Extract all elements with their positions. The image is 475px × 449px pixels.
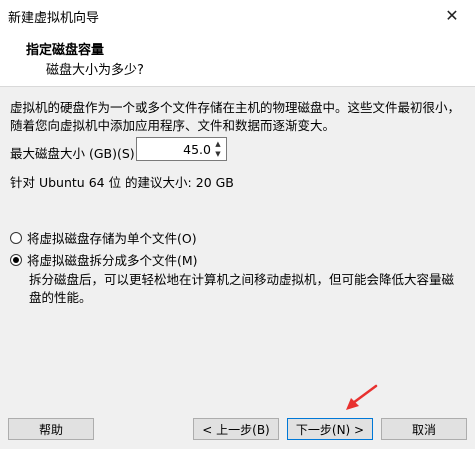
page-title: 指定磁盘容量 xyxy=(26,43,105,58)
back-button[interactable]: < 上一步(B) xyxy=(193,418,279,440)
disk-size-stepper[interactable]: ▲ ▼ xyxy=(136,137,227,161)
page-subtitle: 磁盘大小为多少? xyxy=(46,63,144,78)
disk-size-input[interactable] xyxy=(139,140,211,158)
annotation-arrow-icon xyxy=(346,384,378,410)
wizard-footer: 帮助 < 上一步(B) 下一步(N) > 取消 xyxy=(0,406,475,449)
spin-up-icon[interactable]: ▲ xyxy=(211,139,225,149)
spin-down-icon[interactable]: ▼ xyxy=(211,149,225,159)
split-disk-description: 拆分磁盘后，可以更轻松地在计算机之间移动虚拟机，但可能会降低大容量磁盘的性能。 xyxy=(29,272,455,305)
radio-single-icon[interactable] xyxy=(10,231,22,244)
window-title: 新建虚拟机向导 xyxy=(8,11,100,26)
next-button[interactable]: 下一步(N) > xyxy=(287,418,373,440)
radio-single-label: 将虚拟磁盘存储为单个文件(O) xyxy=(27,231,197,246)
radio-single-file[interactable]: 将虚拟磁盘存储为单个文件(O) xyxy=(10,228,197,247)
wizard-header: 指定磁盘容量 磁盘大小为多少? xyxy=(0,30,475,87)
radio-multi-file[interactable]: 将虚拟磁盘拆分成多个文件(M) xyxy=(10,250,198,269)
close-icon[interactable]: ✕ xyxy=(429,0,475,30)
wizard-content: 虚拟机的硬盘作为一个或多个文件存储在主机的物理磁盘中。这些文件最初很小，随着您向… xyxy=(0,87,475,406)
title-bar: 新建虚拟机向导 ✕ xyxy=(0,0,475,30)
disk-size-label: 最大磁盘大小 (GB)(S): xyxy=(10,146,139,161)
cancel-button[interactable]: 取消 xyxy=(381,418,467,440)
radio-multi-icon[interactable] xyxy=(10,253,22,266)
disk-description: 虚拟机的硬盘作为一个或多个文件存储在主机的物理磁盘中。这些文件最初很小，随着您向… xyxy=(10,100,461,133)
recommended-size-text: 针对 Ubuntu 64 位 的建议大小: 20 GB xyxy=(10,175,234,190)
help-button[interactable]: 帮助 xyxy=(8,418,94,440)
radio-multi-label: 将虚拟磁盘拆分成多个文件(M) xyxy=(27,253,198,268)
